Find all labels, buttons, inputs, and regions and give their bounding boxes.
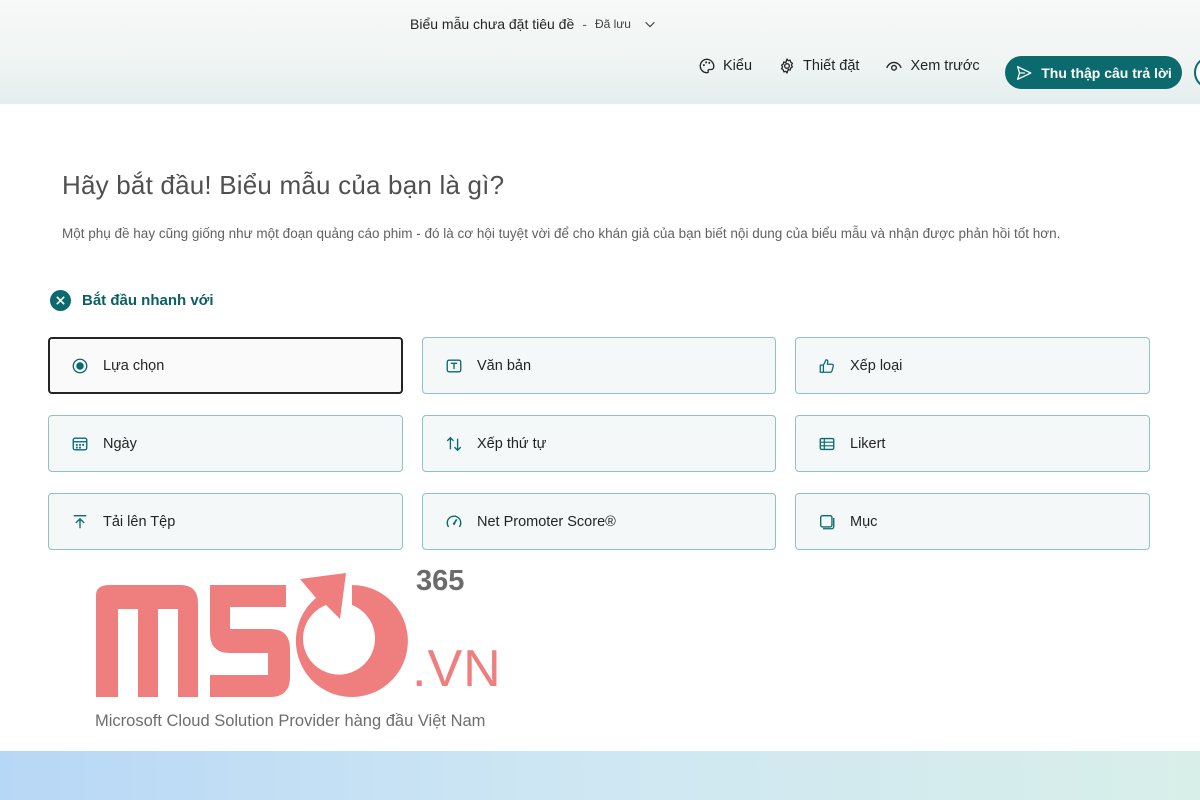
question-type-nps[interactable]: Net Promoter Score®: [422, 493, 776, 550]
footer-gradient-band: [0, 751, 1200, 800]
logo-tagline: Microsoft Cloud Solution Provider hàng đ…: [95, 712, 486, 730]
section-icon: [820, 514, 835, 529]
collect-responses-button[interactable]: Thu thập câu trả lời: [1005, 56, 1182, 89]
save-status: Đã lưu: [594, 17, 631, 31]
form-title[interactable]: Biểu mẫu chưa đặt tiêu đề: [410, 16, 574, 32]
question-type-rating[interactable]: Xếp loại: [795, 337, 1150, 394]
preview-button[interactable]: Xem trước: [885, 57, 980, 75]
thumbs-up-icon: [819, 358, 834, 373]
question-type-label: Lựa chọn: [103, 357, 165, 374]
page-subtitle[interactable]: Một phụ đề hay cũng giống như một đoạn q…: [62, 226, 1060, 241]
gauge-icon: [446, 514, 462, 527]
question-type-section[interactable]: Mục: [795, 493, 1150, 550]
gear-icon: [781, 58, 794, 74]
question-type-label: Likert: [850, 435, 886, 452]
radio-icon: [72, 358, 88, 373]
quick-start-label: Bắt đầu nhanh với: [82, 292, 214, 309]
collect-label: Thu thập câu trả lời: [1041, 64, 1172, 81]
logo-domain: .VN: [412, 640, 502, 698]
page-title[interactable]: Hãy bắt đầu! Biểu mẫu của bạn là gì?: [62, 170, 504, 201]
preview-label: Xem trước: [910, 58, 980, 74]
settings-label: Thiết đặt: [803, 58, 860, 74]
logo-number: 365: [416, 565, 465, 597]
sort-arrows-icon: [446, 436, 462, 451]
question-type-label: Xếp loại: [850, 357, 903, 374]
question-type-label: Xếp thứ tự: [477, 435, 547, 452]
question-type-label: Văn bản: [477, 357, 532, 374]
question-type-file-upload[interactable]: Tải lên Tệp: [48, 493, 403, 550]
style-button[interactable]: Kiểu: [698, 57, 752, 75]
quick-start-header[interactable]: Bắt đầu nhanh với: [50, 290, 214, 311]
chevron-down-icon[interactable]: [643, 17, 657, 31]
text-box-icon: [446, 358, 462, 373]
calendar-icon: [72, 436, 88, 451]
upload-icon: [73, 514, 87, 528]
question-type-label: Net Promoter Score®: [477, 513, 616, 530]
question-type-date[interactable]: Ngày: [48, 415, 403, 472]
mso-logo-watermark: 365 .VN Microsoft Cloud Solution Provide…: [94, 565, 524, 740]
palette-icon: [699, 58, 715, 74]
question-type-ranking[interactable]: Xếp thứ tự: [422, 415, 776, 472]
close-circle-icon[interactable]: [50, 290, 71, 311]
question-type-likert[interactable]: Likert: [795, 415, 1150, 472]
mso-logo-mark: [96, 573, 408, 697]
question-type-label: Tải lên Tệp: [103, 513, 176, 530]
app-header: Biểu mẫu chưa đặt tiêu đề - Đã lưu Kiểu …: [0, 0, 1200, 104]
send-icon: [1017, 65, 1032, 80]
settings-button[interactable]: Thiết đặt: [778, 57, 859, 75]
question-type-choice[interactable]: Lựa chọn: [48, 337, 403, 394]
title-separator: -: [582, 16, 587, 32]
toolbar: Kiểu Thiết đặt Xem trước: [698, 57, 1006, 75]
question-type-grid: Lựa chọn Văn bản Xếp loại Ngày Xếp thứ t…: [48, 337, 1150, 550]
form-title-bar[interactable]: Biểu mẫu chưa đặt tiêu đề - Đã lưu: [410, 16, 657, 32]
question-type-text[interactable]: Văn bản: [422, 337, 776, 394]
eye-icon: [886, 61, 903, 71]
question-type-label: Mục: [850, 513, 878, 530]
likert-grid-icon: [819, 437, 835, 450]
question-type-label: Ngày: [103, 435, 137, 452]
style-label: Kiểu: [723, 58, 753, 74]
share-button[interactable]: [1194, 56, 1200, 89]
